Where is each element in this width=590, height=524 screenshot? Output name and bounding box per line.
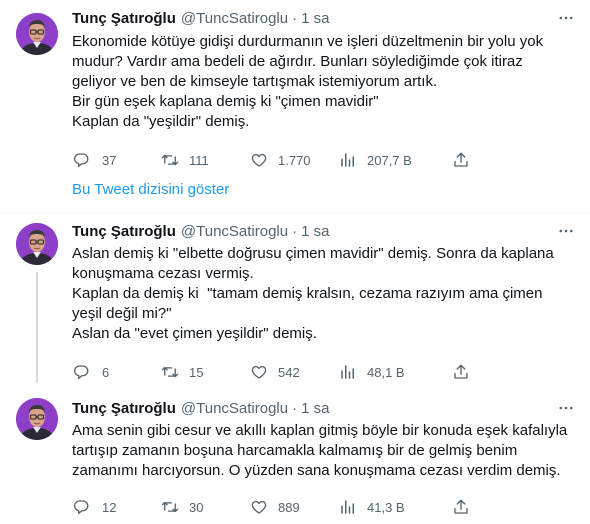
like-icon: [250, 498, 268, 516]
divider: [0, 212, 590, 213]
reply-icon: [72, 363, 90, 381]
share-button[interactable]: [452, 151, 470, 169]
retweet-icon: [161, 498, 179, 516]
like-icon: [250, 151, 268, 169]
share-button[interactable]: [452, 363, 470, 381]
reply-count: 12: [102, 499, 117, 515]
share-icon: [452, 151, 470, 169]
like-count: 542: [278, 364, 300, 380]
reply-icon: [72, 498, 90, 516]
action-bar: 12 30 889 41,3 B: [72, 497, 574, 517]
timestamp[interactable]: 1 sa: [301, 400, 329, 417]
author-handle[interactable]: @TuncSatiroglu: [181, 223, 288, 240]
reply-button[interactable]: 12: [72, 498, 161, 516]
share-icon: [452, 498, 470, 516]
more-icon[interactable]: [556, 221, 576, 241]
avatar[interactable]: [16, 13, 58, 55]
separator-dot: ·: [292, 222, 298, 240]
avatar[interactable]: [16, 223, 58, 265]
author-name[interactable]: Tunç Şatıroğlu: [72, 400, 176, 417]
more-icon[interactable]: [556, 8, 576, 28]
retweet-count: 15: [189, 364, 204, 380]
timestamp[interactable]: 1 sa: [301, 10, 329, 27]
more-icon[interactable]: [556, 398, 576, 418]
retweet-icon: [161, 151, 179, 169]
reply-button[interactable]: 6: [72, 363, 161, 381]
like-button[interactable]: 889: [250, 498, 339, 516]
author-name[interactable]: Tunç Şatıroğlu: [72, 10, 176, 27]
retweet-count: 30: [189, 499, 204, 515]
views-icon: [339, 498, 357, 516]
view-count: 48,1 B: [367, 364, 405, 380]
reply-icon: [72, 151, 90, 169]
separator-dot: ·: [292, 9, 298, 27]
tweet-text: Ekonomide kötüye gidişi durdurmanın ve i…: [72, 33, 544, 130]
show-thread-link[interactable]: Bu Tweet dizisini göster: [72, 181, 229, 198]
retweet-button[interactable]: 111: [161, 151, 250, 169]
action-bar: 6 15 542 48,1 B: [72, 362, 574, 382]
views-button[interactable]: 41,3 B: [339, 498, 446, 516]
avatar[interactable]: [16, 398, 58, 440]
timestamp[interactable]: 1 sa: [301, 223, 329, 240]
view-count: 41,3 B: [367, 499, 405, 515]
tweet[interactable]: Tunç Şatıroğlu @TuncSatiroglu · 1 sa Eko…: [0, 5, 590, 170]
separator-dot: ·: [292, 399, 298, 417]
author-name[interactable]: Tunç Şatıroğlu: [72, 223, 176, 240]
reply-count: 37: [102, 152, 117, 168]
views-icon: [339, 151, 357, 169]
share-icon: [452, 363, 470, 381]
views-button[interactable]: 207,7 B: [339, 151, 446, 169]
view-count: 207,7 B: [367, 152, 412, 168]
tweet-header: Tunç Şatıroğlu @TuncSatiroglu · 1 sa: [72, 398, 574, 418]
retweet-icon: [161, 363, 179, 381]
share-button[interactable]: [452, 498, 470, 516]
tweet[interactable]: Tunç Şatıroğlu @TuncSatiroglu · 1 sa Asl…: [0, 221, 590, 382]
like-count: 1.770: [278, 152, 311, 168]
retweet-count: 111: [189, 152, 209, 168]
views-icon: [339, 363, 357, 381]
tweet-text: Aslan demiş ki "elbette doğrusu çimen ma…: [72, 245, 554, 342]
tweet-header: Tunç Şatıroğlu @TuncSatiroglu · 1 sa: [72, 8, 574, 28]
like-button[interactable]: 542: [250, 363, 339, 381]
retweet-button[interactable]: 15: [161, 363, 250, 381]
tweet-text: Ama senin gibi cesur ve akıllı kaplan gi…: [72, 422, 568, 479]
retweet-button[interactable]: 30: [161, 498, 250, 516]
like-icon: [250, 363, 268, 381]
tweet[interactable]: Tunç Şatıroğlu @TuncSatiroglu · 1 sa Ama…: [0, 398, 590, 517]
reply-count: 6: [102, 364, 110, 380]
author-handle[interactable]: @TuncSatiroglu: [181, 400, 288, 417]
views-button[interactable]: 48,1 B: [339, 363, 446, 381]
like-count: 889: [278, 499, 300, 515]
like-button[interactable]: 1.770: [250, 151, 339, 169]
author-handle[interactable]: @TuncSatiroglu: [181, 10, 288, 27]
tweet-header: Tunç Şatıroğlu @TuncSatiroglu · 1 sa: [72, 221, 574, 241]
reply-button[interactable]: 37: [72, 151, 161, 169]
action-bar: 37 111 1.770 207,7 B: [72, 150, 574, 170]
